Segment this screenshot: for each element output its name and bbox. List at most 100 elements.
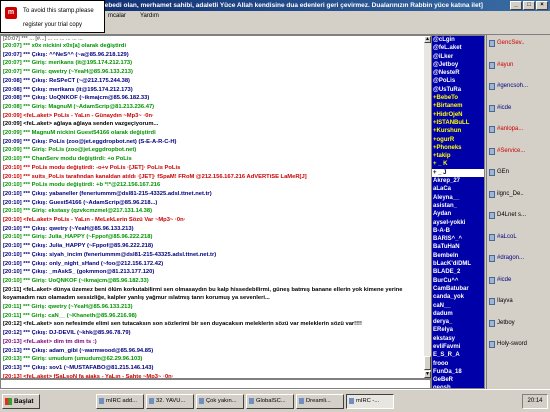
nick-item[interactable]: @feL.aket xyxy=(432,44,484,52)
channel-window-icon xyxy=(489,83,495,90)
scroll-up-icon[interactable]: ▲ xyxy=(424,36,431,43)
nick-item[interactable]: Aydan xyxy=(432,210,484,218)
nick-item[interactable]: derya_ xyxy=(432,318,484,326)
chat-line: [20:11] *** Giriş: caN__ (~Khaneth@85.96… xyxy=(3,312,137,319)
nick-item[interactable]: +HidrOjeN xyxy=(432,111,484,119)
menu-commands[interactable]: mcalar xyxy=(108,11,126,21)
nick-item[interactable]: +Phoneks xyxy=(432,144,484,152)
nick-item[interactable]: BARIS^_^ xyxy=(432,235,484,243)
nick-item[interactable]: + _ K xyxy=(432,160,484,168)
chat-log[interactable]: [20:07] *** x0x nickini x0x[a] olarak de… xyxy=(3,42,424,378)
switchbar-item[interactable]: Holy-sword xyxy=(488,339,550,350)
chat-line: [20:10] *** ChanServ modu değiştirdi: +o… xyxy=(3,156,132,163)
taskbar-label: mIRC add... xyxy=(106,398,137,404)
nick-item[interactable]: @Jetboy xyxy=(432,61,484,69)
app-icon xyxy=(149,398,154,404)
chat-line: [20:08] *** Çıkış: UoQNKOF (~ikmajcm@85.… xyxy=(3,95,150,102)
switchbar-item[interactable]: GEn xyxy=(488,167,550,178)
nick-item[interactable]: +ISTANBuLL xyxy=(432,119,484,127)
switchbar-item[interactable]: D4Lnet s... xyxy=(488,210,550,221)
channel-window-icon xyxy=(489,212,495,219)
start-button[interactable]: Başlat xyxy=(2,394,40,409)
channel-window-icon xyxy=(489,126,495,133)
chat-scrollbar[interactable]: ▲ ▼ xyxy=(424,36,431,378)
nick-item[interactable]: frooo xyxy=(432,360,484,368)
nick-item[interactable]: @iLker xyxy=(432,53,484,61)
switchbar-item[interactable]: #icde xyxy=(488,103,550,114)
nick-item[interactable]: BurCu^^ xyxy=(432,277,484,285)
switchbar-item[interactable]: Ilayva xyxy=(488,296,550,307)
toolbar-button[interactable] xyxy=(108,23,119,33)
switchbar-item[interactable]: #ayun xyxy=(488,60,550,71)
switchbar-item[interactable]: Jetboy xyxy=(488,318,550,329)
switchbar-label: #Service... xyxy=(497,147,526,154)
nick-item[interactable]: @NesteR xyxy=(432,69,484,77)
switchbar-label: #icde xyxy=(497,276,512,283)
nick-item[interactable]: @PoLis xyxy=(432,77,484,85)
start-label: Başlat xyxy=(14,398,34,405)
channel-window-icon xyxy=(489,104,495,112)
nick-item[interactable]: aLaCa xyxy=(432,185,484,193)
channel-window-icon xyxy=(489,190,495,198)
scroll-thumb[interactable] xyxy=(424,356,431,370)
nick-item[interactable]: BaTuHaN xyxy=(432,243,484,251)
nick-item[interactable]: ERelya xyxy=(432,326,484,334)
nick-item[interactable]: +takip xyxy=(432,152,484,160)
switchbar-item[interactable]: ilgnc_De.. xyxy=(488,189,550,200)
nick-item[interactable]: @cLgin xyxy=(432,36,484,44)
taskbar-button[interactable]: Dreamli... xyxy=(296,394,344,409)
switchbar-item[interactable]: #anlopa... xyxy=(488,124,550,135)
switchbar-item[interactable]: #icde xyxy=(488,275,550,286)
switchbar-item[interactable]: #aLcoL xyxy=(488,232,550,243)
nick-item[interactable]: CamBatubar xyxy=(432,285,484,293)
nick-item[interactable]: canda_yok xyxy=(432,293,484,301)
nick-item[interactable]: +Birtanem xyxy=(432,102,484,110)
nick-item[interactable]: Akrep_27 xyxy=(432,177,484,185)
nick-item[interactable]: E_S_R_A xyxy=(432,351,484,359)
channel-window-icon xyxy=(489,61,495,69)
nick-item[interactable]: GeBeR xyxy=(432,376,484,384)
chat-line: [20:09] <feL.aket> PoLis - YaLın - Günay… xyxy=(3,112,154,119)
channel-window-icon xyxy=(489,276,495,284)
maximize-button[interactable]: □ xyxy=(523,1,535,10)
nick-item[interactable]: BLADE_2 xyxy=(432,268,484,276)
nick-item[interactable]: ekstasy xyxy=(432,335,484,343)
nick-item[interactable]: Bembeln xyxy=(432,252,484,260)
channel-window-icon xyxy=(489,233,495,241)
switchbar-label: #dragon... xyxy=(497,255,525,261)
taskbar-button[interactable]: Çok yakın... xyxy=(196,394,244,409)
nick-item[interactable]: + _ J xyxy=(432,168,484,178)
chat-line: [20:10] *** Giriş: UoQNKOF (~ikmajcm@85.… xyxy=(3,277,149,284)
nick-item[interactable]: FunDa_18 xyxy=(432,368,484,376)
close-button[interactable]: × xyxy=(536,1,548,10)
nick-item[interactable]: aysel-yokki xyxy=(432,219,484,227)
scroll-down-icon[interactable]: ▼ xyxy=(424,371,431,378)
switchbar-item[interactable]: #Service... xyxy=(488,146,550,157)
switchbar-item[interactable]: GencSev.. xyxy=(488,38,550,49)
minimize-button[interactable]: _ xyxy=(510,1,522,10)
nick-item[interactable]: +ogurR xyxy=(432,136,484,144)
channel-window-icon xyxy=(489,341,495,348)
nick-item[interactable]: asistan_ xyxy=(432,202,484,210)
taskbar-button[interactable]: 32. YAVU... xyxy=(146,394,194,409)
nick-item[interactable]: +BebeTo xyxy=(432,94,484,102)
nick-item[interactable]: evliFavmi xyxy=(432,343,484,351)
nick-item[interactable]: @UsTuRa xyxy=(432,86,484,94)
nick-item[interactable]: B-A-B xyxy=(432,227,484,235)
nick-item[interactable]: Aleyna__ xyxy=(432,194,484,202)
channel-window-icon xyxy=(489,147,495,155)
message-input[interactable] xyxy=(0,379,431,389)
taskbar-button[interactable]: mIRC -... xyxy=(346,394,394,409)
switchbar-item[interactable]: #gencsoh... xyxy=(488,81,550,92)
nick-item[interactable]: caN__ xyxy=(432,302,484,310)
nick-item[interactable]: +Kurshun xyxy=(432,127,484,135)
chat-line: [20:10] *** suits_PoLis tarafından kanal… xyxy=(3,173,307,180)
nick-list[interactable]: @cLgin @feL.aket @iLker @Jetboy @NesteR @PoLi… xyxy=(431,35,485,389)
taskbar-button[interactable]: mIRC add... xyxy=(96,394,144,409)
menu-help[interactable]: Yardım xyxy=(140,11,159,21)
taskbar-button[interactable]: GlobalSC... xyxy=(246,394,294,409)
switchbar-item[interactable]: #dragon... xyxy=(488,253,550,264)
app-icon xyxy=(199,398,204,404)
nick-item[interactable]: bLacK'diDML xyxy=(432,260,484,268)
nick-item[interactable]: dadum xyxy=(432,310,484,318)
